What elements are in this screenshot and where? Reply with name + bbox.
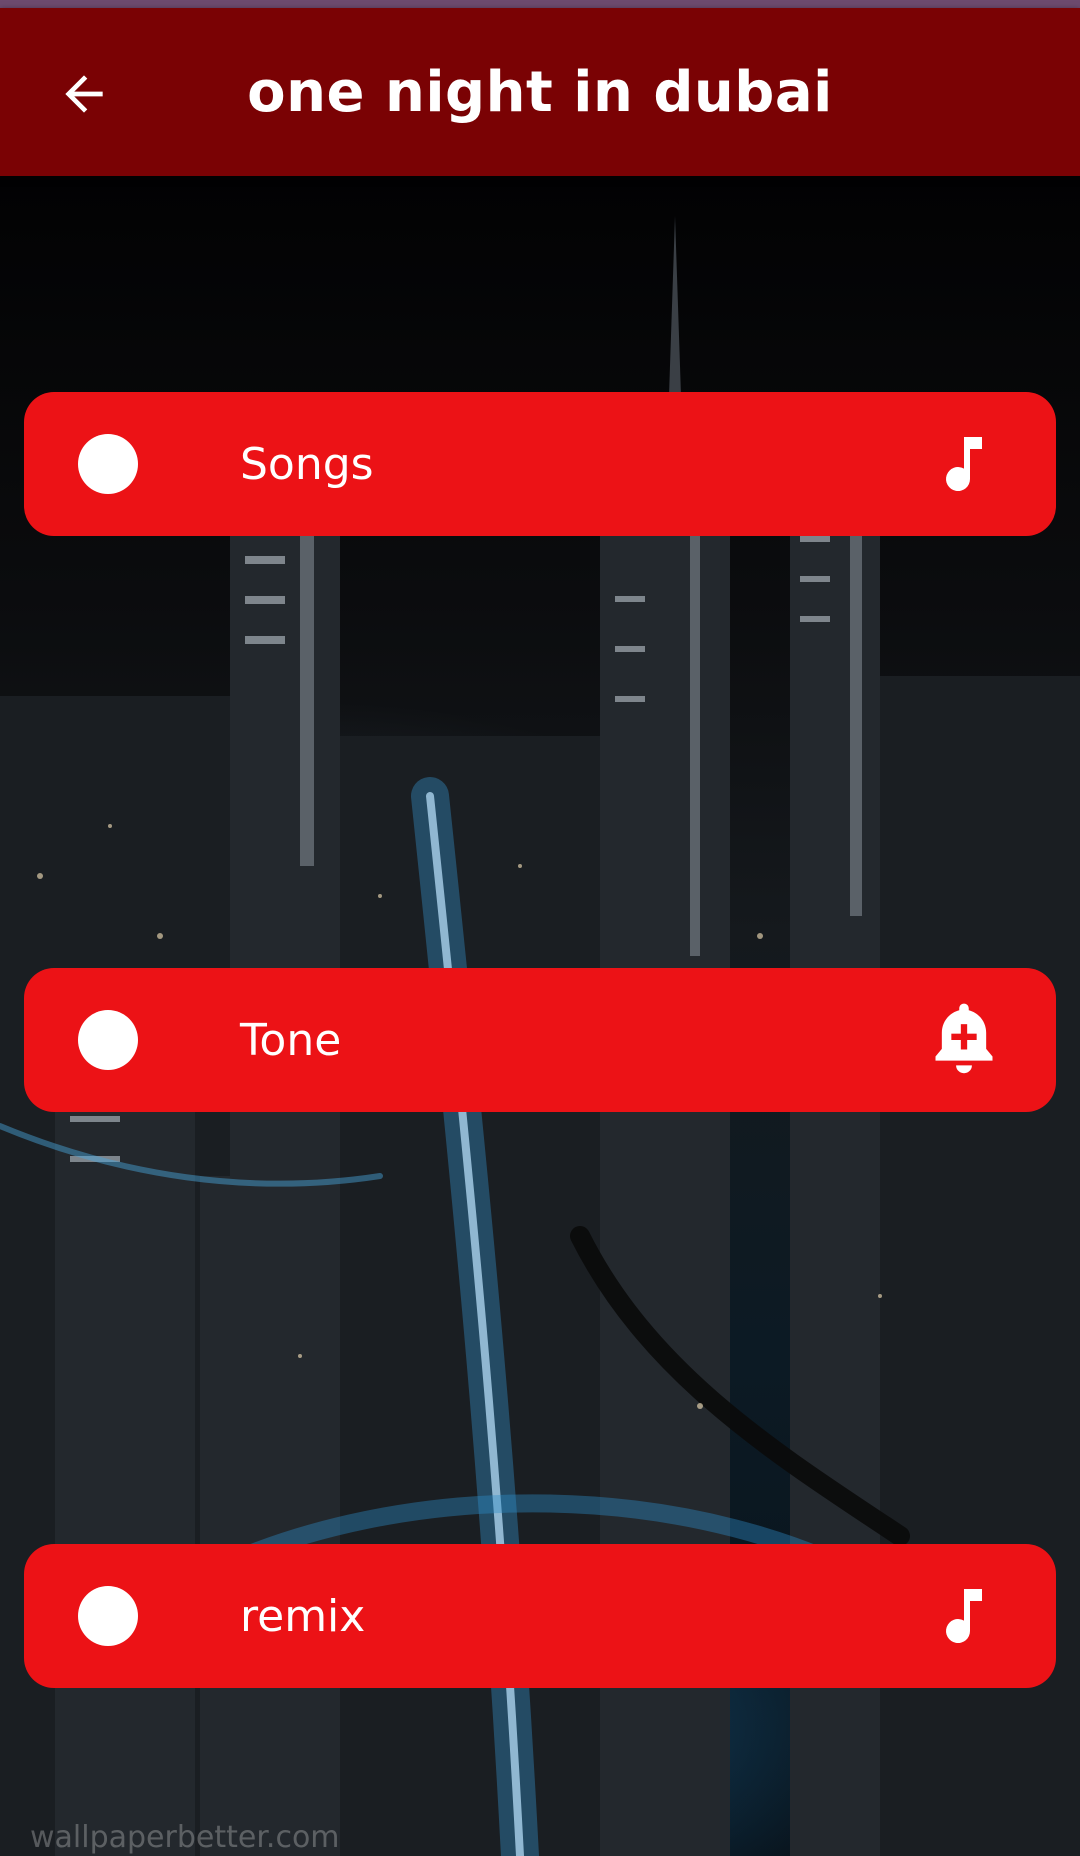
- circle-dot-icon: [78, 1010, 138, 1070]
- menu-item-label: Tone: [240, 1014, 342, 1066]
- music-note-icon: [924, 1576, 1004, 1656]
- back-button[interactable]: [48, 58, 120, 130]
- app-bar: one night in dubai: [0, 8, 1080, 176]
- circle-dot-icon: [78, 1586, 138, 1646]
- menu-item-songs[interactable]: Songs: [24, 392, 1056, 536]
- bell-plus-icon: [924, 1000, 1004, 1080]
- arrow-left-icon: [65, 75, 103, 113]
- menu-item-remix[interactable]: remix: [24, 1544, 1056, 1688]
- menu-item-label: Songs: [240, 438, 374, 490]
- menu-item-tone[interactable]: Tone: [24, 968, 1056, 1112]
- menu-item-label: remix: [240, 1590, 366, 1642]
- circle-dot-icon: [78, 434, 138, 494]
- background-watermark: wallpaperbetter.com: [30, 1820, 340, 1855]
- status-bar: [0, 0, 1080, 8]
- music-note-icon: [924, 424, 1004, 504]
- page-title: one night in dubai: [247, 59, 833, 125]
